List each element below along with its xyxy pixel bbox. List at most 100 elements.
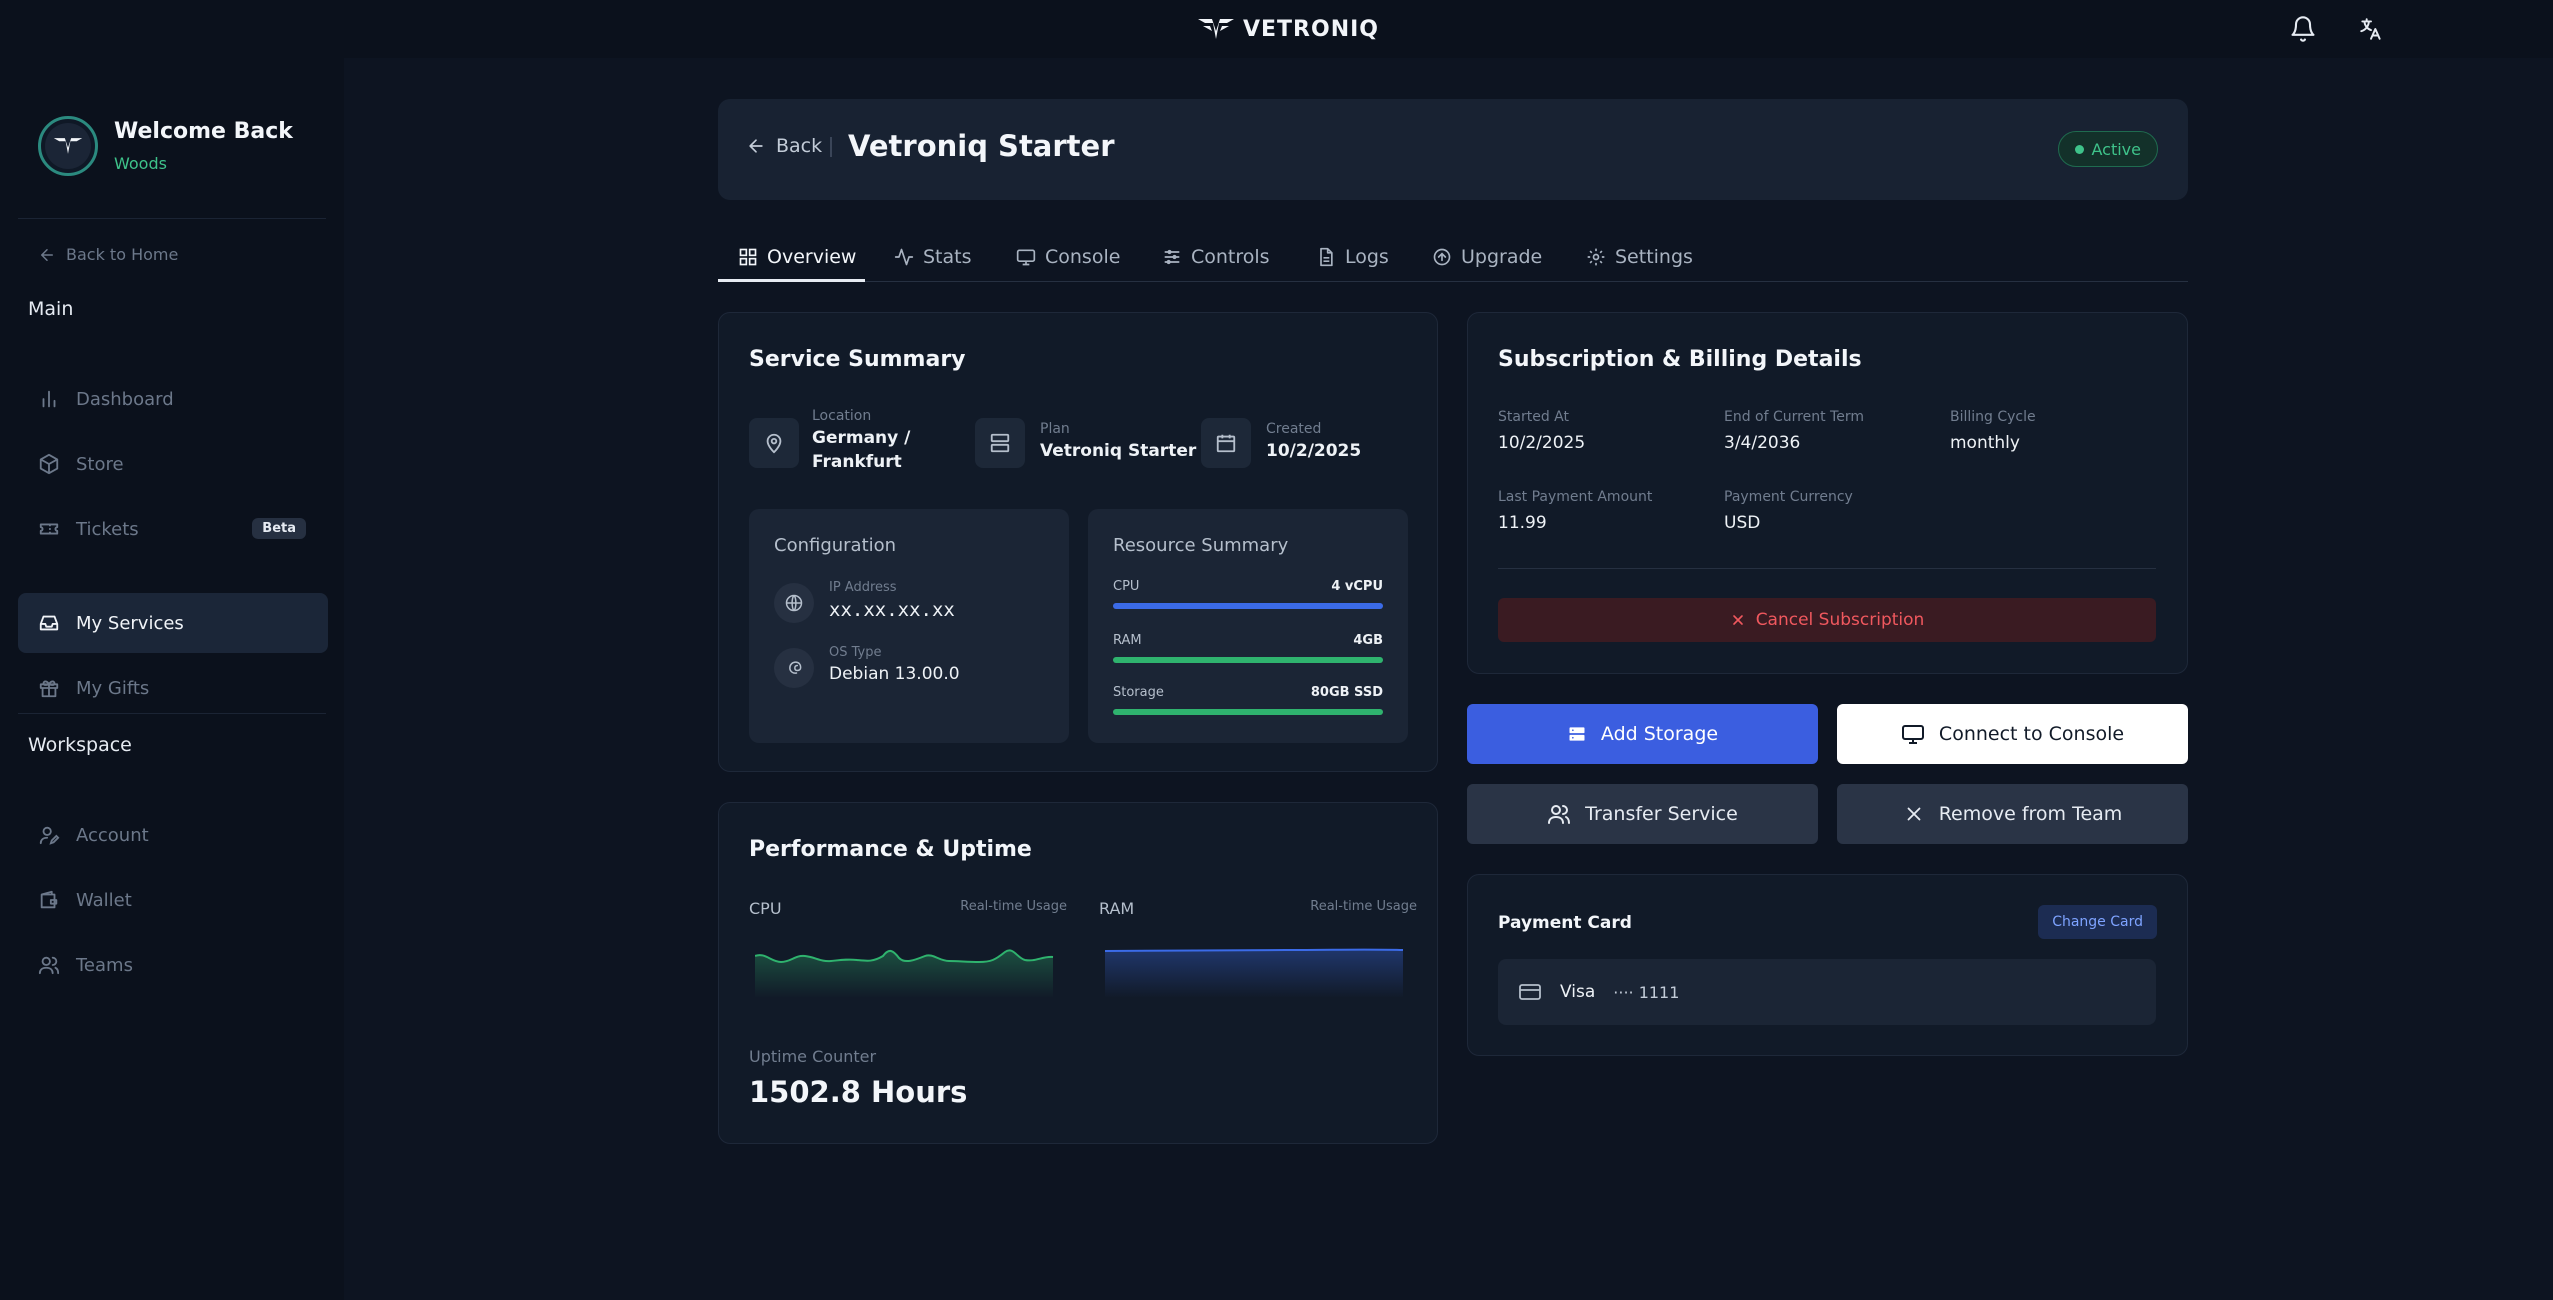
arrow-left-icon: [38, 246, 56, 264]
payment-currency-value: USD: [1724, 513, 1761, 533]
map-pin-icon: [749, 418, 799, 468]
ip-value[interactable]: xx.xx.xx.xx: [829, 599, 955, 621]
users-icon: [38, 954, 60, 976]
cpu-chart-note: Real-time Usage: [960, 899, 1067, 914]
remove-from-team-button[interactable]: Remove from Team: [1837, 784, 2188, 844]
started-at-label: Started At: [1498, 409, 1569, 425]
users-icon: [1547, 802, 1571, 826]
tab-label: Upgrade: [1461, 246, 1543, 268]
ram-sparkline: [1105, 948, 1404, 998]
connect-console-button[interactable]: Connect to Console: [1837, 704, 2188, 764]
gift-icon: [38, 677, 60, 699]
sidebar: Welcome Back Woods Back to Home Main Das…: [0, 58, 344, 1300]
tab-controls[interactable]: Controls: [1162, 232, 1270, 282]
resource-value: 4 vCPU: [1331, 579, 1383, 594]
vetroniq-logo-icon: [1197, 17, 1235, 41]
created-value: 10/2/2025: [1266, 441, 1362, 461]
os-value: Debian 13.00.0: [829, 664, 960, 684]
last-payment-label: Last Payment Amount: [1498, 489, 1653, 505]
brand-logo[interactable]: VETRONIQ: [1197, 16, 1379, 42]
sidebar-item-tickets[interactable]: Tickets Beta: [18, 499, 328, 559]
started-at-value: 10/2/2025: [1498, 433, 1586, 453]
inbox-icon: [38, 612, 60, 634]
change-card-button[interactable]: Change Card: [2038, 905, 2157, 939]
tab-console[interactable]: Console: [1016, 232, 1120, 282]
status-label: Active: [2091, 139, 2142, 159]
resource-value: 4GB: [1353, 633, 1383, 648]
user-profile[interactable]: Welcome Back Woods: [38, 116, 293, 176]
tab-logs[interactable]: Logs: [1316, 232, 1389, 282]
divider: [1498, 568, 2156, 569]
tab-settings[interactable]: Settings: [1586, 232, 1693, 282]
tab-upgrade[interactable]: Upgrade: [1432, 232, 1542, 282]
arrow-left-icon: [746, 136, 766, 156]
sidebar-item-wallet[interactable]: Wallet: [18, 870, 328, 930]
wallet-icon: [38, 889, 60, 911]
sidebar-item-dashboard[interactable]: Dashboard: [18, 369, 328, 429]
billing-card: Subscription & Billing Details Started A…: [1467, 312, 2188, 674]
sidebar-item-label: Account: [76, 824, 149, 846]
transfer-service-button[interactable]: Transfer Service: [1467, 784, 1818, 844]
divider: [18, 713, 326, 714]
divider: [18, 218, 326, 219]
saved-card-row[interactable]: Visa ···· 1111: [1498, 959, 2156, 1025]
billing-cycle-label: Billing Cycle: [1950, 409, 2036, 425]
progress-bar: [1113, 603, 1383, 609]
sidebar-item-label: Wallet: [76, 889, 132, 911]
location-line2: Frankfurt: [812, 452, 902, 472]
progress-bar-fill: [1113, 603, 1383, 609]
back-label: Back: [776, 135, 823, 157]
payment-card-title: Payment Card: [1498, 913, 1632, 933]
plan-value: Vetroniq Starter: [1040, 441, 1197, 461]
page-title: Vetroniq Starter: [848, 129, 1115, 163]
last-payment-field: Last Payment Amount 11.99: [1498, 489, 1652, 533]
ticket-icon: [38, 518, 60, 540]
back-button[interactable]: Back: [746, 135, 822, 157]
billing-cycle-value: monthly: [1950, 433, 2020, 453]
card-brand: Visa: [1560, 982, 1596, 1002]
payment-currency-field: Payment Currency USD: [1724, 489, 1853, 533]
grid-icon: [738, 247, 758, 267]
tab-overview[interactable]: Overview: [738, 232, 856, 282]
beta-badge: Beta: [252, 518, 306, 539]
back-to-home-link[interactable]: Back to Home: [38, 245, 178, 264]
sidebar-item-label: My Gifts: [76, 677, 150, 699]
tab-stats[interactable]: Stats: [894, 232, 972, 282]
tab-label: Stats: [923, 246, 972, 268]
end-term-field: End of Current Term 3/4/2036: [1724, 409, 1864, 453]
tab-bar: Overview Stats Console Controls Logs Upg…: [718, 232, 2188, 282]
credit-card-icon: [1518, 980, 1542, 1004]
performance-card: Performance & Uptime CPU Real-time Usage…: [718, 802, 1438, 1144]
sidebar-item-my-services[interactable]: My Services: [18, 593, 328, 653]
started-at-field: Started At 10/2/2025: [1498, 409, 1585, 453]
os-label: OS Type: [829, 645, 882, 660]
add-storage-button[interactable]: Add Storage: [1467, 704, 1818, 764]
globe-icon: [774, 583, 814, 623]
transfer-service-label: Transfer Service: [1585, 803, 1738, 825]
box-icon: [38, 453, 60, 475]
payment-card-section: Payment Card Change Card Visa ···· 1111: [1467, 874, 2188, 1056]
bell-icon[interactable]: [2288, 14, 2318, 44]
avatar: [38, 116, 98, 176]
sidebar-item-account[interactable]: Account: [18, 805, 328, 865]
back-to-home-label: Back to Home: [66, 245, 179, 264]
sidebar-item-label: Teams: [76, 954, 133, 976]
activity-icon: [894, 247, 914, 267]
sidebar-item-teams[interactable]: Teams: [18, 935, 328, 995]
resource-summary-panel: Resource Summary CPU 4 vCPU RAM 4GB Stor…: [1088, 509, 1408, 743]
resource-label: CPU: [1113, 579, 1140, 594]
sidebar-item-store[interactable]: Store: [18, 434, 328, 494]
tab-label: Settings: [1615, 246, 1693, 268]
last-payment-value: 11.99: [1498, 513, 1547, 533]
sidebar-item-label: Store: [76, 453, 124, 475]
sidebar-item-my-gifts[interactable]: My Gifts: [18, 658, 328, 718]
cancel-subscription-label: Cancel Subscription: [1755, 610, 1925, 630]
location-label: Location: [812, 408, 872, 424]
progress-bar-fill: [1113, 709, 1383, 715]
resource-summary-title: Resource Summary: [1113, 535, 1289, 556]
tab-label: Controls: [1191, 246, 1270, 268]
translate-icon[interactable]: [2356, 14, 2386, 44]
connect-console-label: Connect to Console: [1938, 723, 2125, 745]
cancel-subscription-button[interactable]: Cancel Subscription: [1498, 598, 2156, 642]
ip-label: IP Address: [829, 580, 897, 595]
